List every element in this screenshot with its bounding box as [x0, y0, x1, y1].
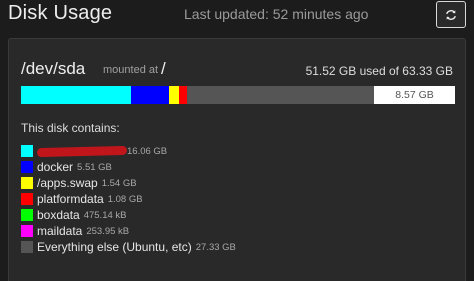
legend-item: 16.06 GB [21, 143, 236, 159]
disk-info-row: /dev/sda mounted at / 51.52 GB used of 6… [21, 59, 453, 81]
page-title: Disk Usage [8, 2, 113, 24]
legend-size: 1.54 GB [101, 177, 137, 189]
contains-label: This disk contains: [21, 121, 120, 135]
refresh-button[interactable] [436, 1, 466, 28]
legend-name: Everything else (Ubuntu, etc) [37, 240, 192, 254]
legend-swatch [21, 225, 33, 237]
legend-size: 253.95 kB [86, 225, 130, 237]
usage-legend: 16.06 GB docker 5.51 GB/apps.swap 1.54 GB pl… [21, 143, 236, 255]
legend-item: boxdata 475.14 kB [21, 207, 236, 223]
legend-swatch [21, 209, 33, 221]
legend-item: docker 5.51 GB [21, 159, 236, 175]
bar-segment-apps-swap [168, 86, 180, 104]
legend-swatch [21, 145, 33, 157]
header: Disk Usage Last updated: 52 minutes ago [0, 0, 474, 30]
disk-panel: /dev/sda mounted at / 51.52 GB used of 6… [8, 38, 466, 281]
mount-point: / [161, 59, 166, 78]
legend-size: 1.08 GB [107, 193, 143, 205]
refresh-icon [445, 9, 457, 21]
redacted-name [36, 145, 128, 157]
legend-size: 5.51 GB [77, 161, 112, 173]
usage-summary: 51.52 GB used of 63.33 GB [305, 64, 453, 78]
legend-name: boxdata [37, 208, 80, 222]
legend-swatch [21, 241, 33, 253]
legend-swatch [21, 177, 33, 189]
legend-name: maildata [37, 224, 83, 238]
bar-segment-platformdata [179, 86, 187, 104]
legend-name: platformdata [37, 192, 104, 206]
bar-segment-docker [131, 86, 169, 104]
free-space-label: 8.57 GB [395, 89, 434, 101]
legend-swatch [21, 161, 33, 173]
legend-name: docker [37, 160, 74, 174]
legend-item: Everything else (Ubuntu, etc) 27.33 GB [21, 239, 236, 255]
mounted-at-label: mounted at [103, 64, 159, 76]
last-updated-text: Last updated: 52 minutes ago [184, 6, 369, 22]
disk-usage-page: Disk Usage Last updated: 52 minutes ago … [0, 0, 474, 281]
bar-free-space: 8.57 GB [374, 86, 455, 104]
legend-size: 27.33 GB [195, 241, 236, 253]
disk-usage-bar: 8.57 GB [21, 86, 455, 104]
legend-item: maildata 253.95 kB [21, 223, 236, 239]
legend-name: /apps.swap [37, 176, 98, 190]
legend-size: 16.06 GB [127, 145, 168, 157]
legend-swatch [21, 193, 33, 205]
bar-segment-everything-else-ubuntu-etc [186, 86, 375, 104]
bar-segment-redacted [21, 86, 132, 104]
legend-item: platformdata 1.08 GB [21, 191, 236, 207]
legend-item: /apps.swap 1.54 GB [21, 175, 236, 191]
device-name: /dev/sda [21, 59, 86, 78]
legend-size: 475.14 kB [83, 209, 127, 221]
